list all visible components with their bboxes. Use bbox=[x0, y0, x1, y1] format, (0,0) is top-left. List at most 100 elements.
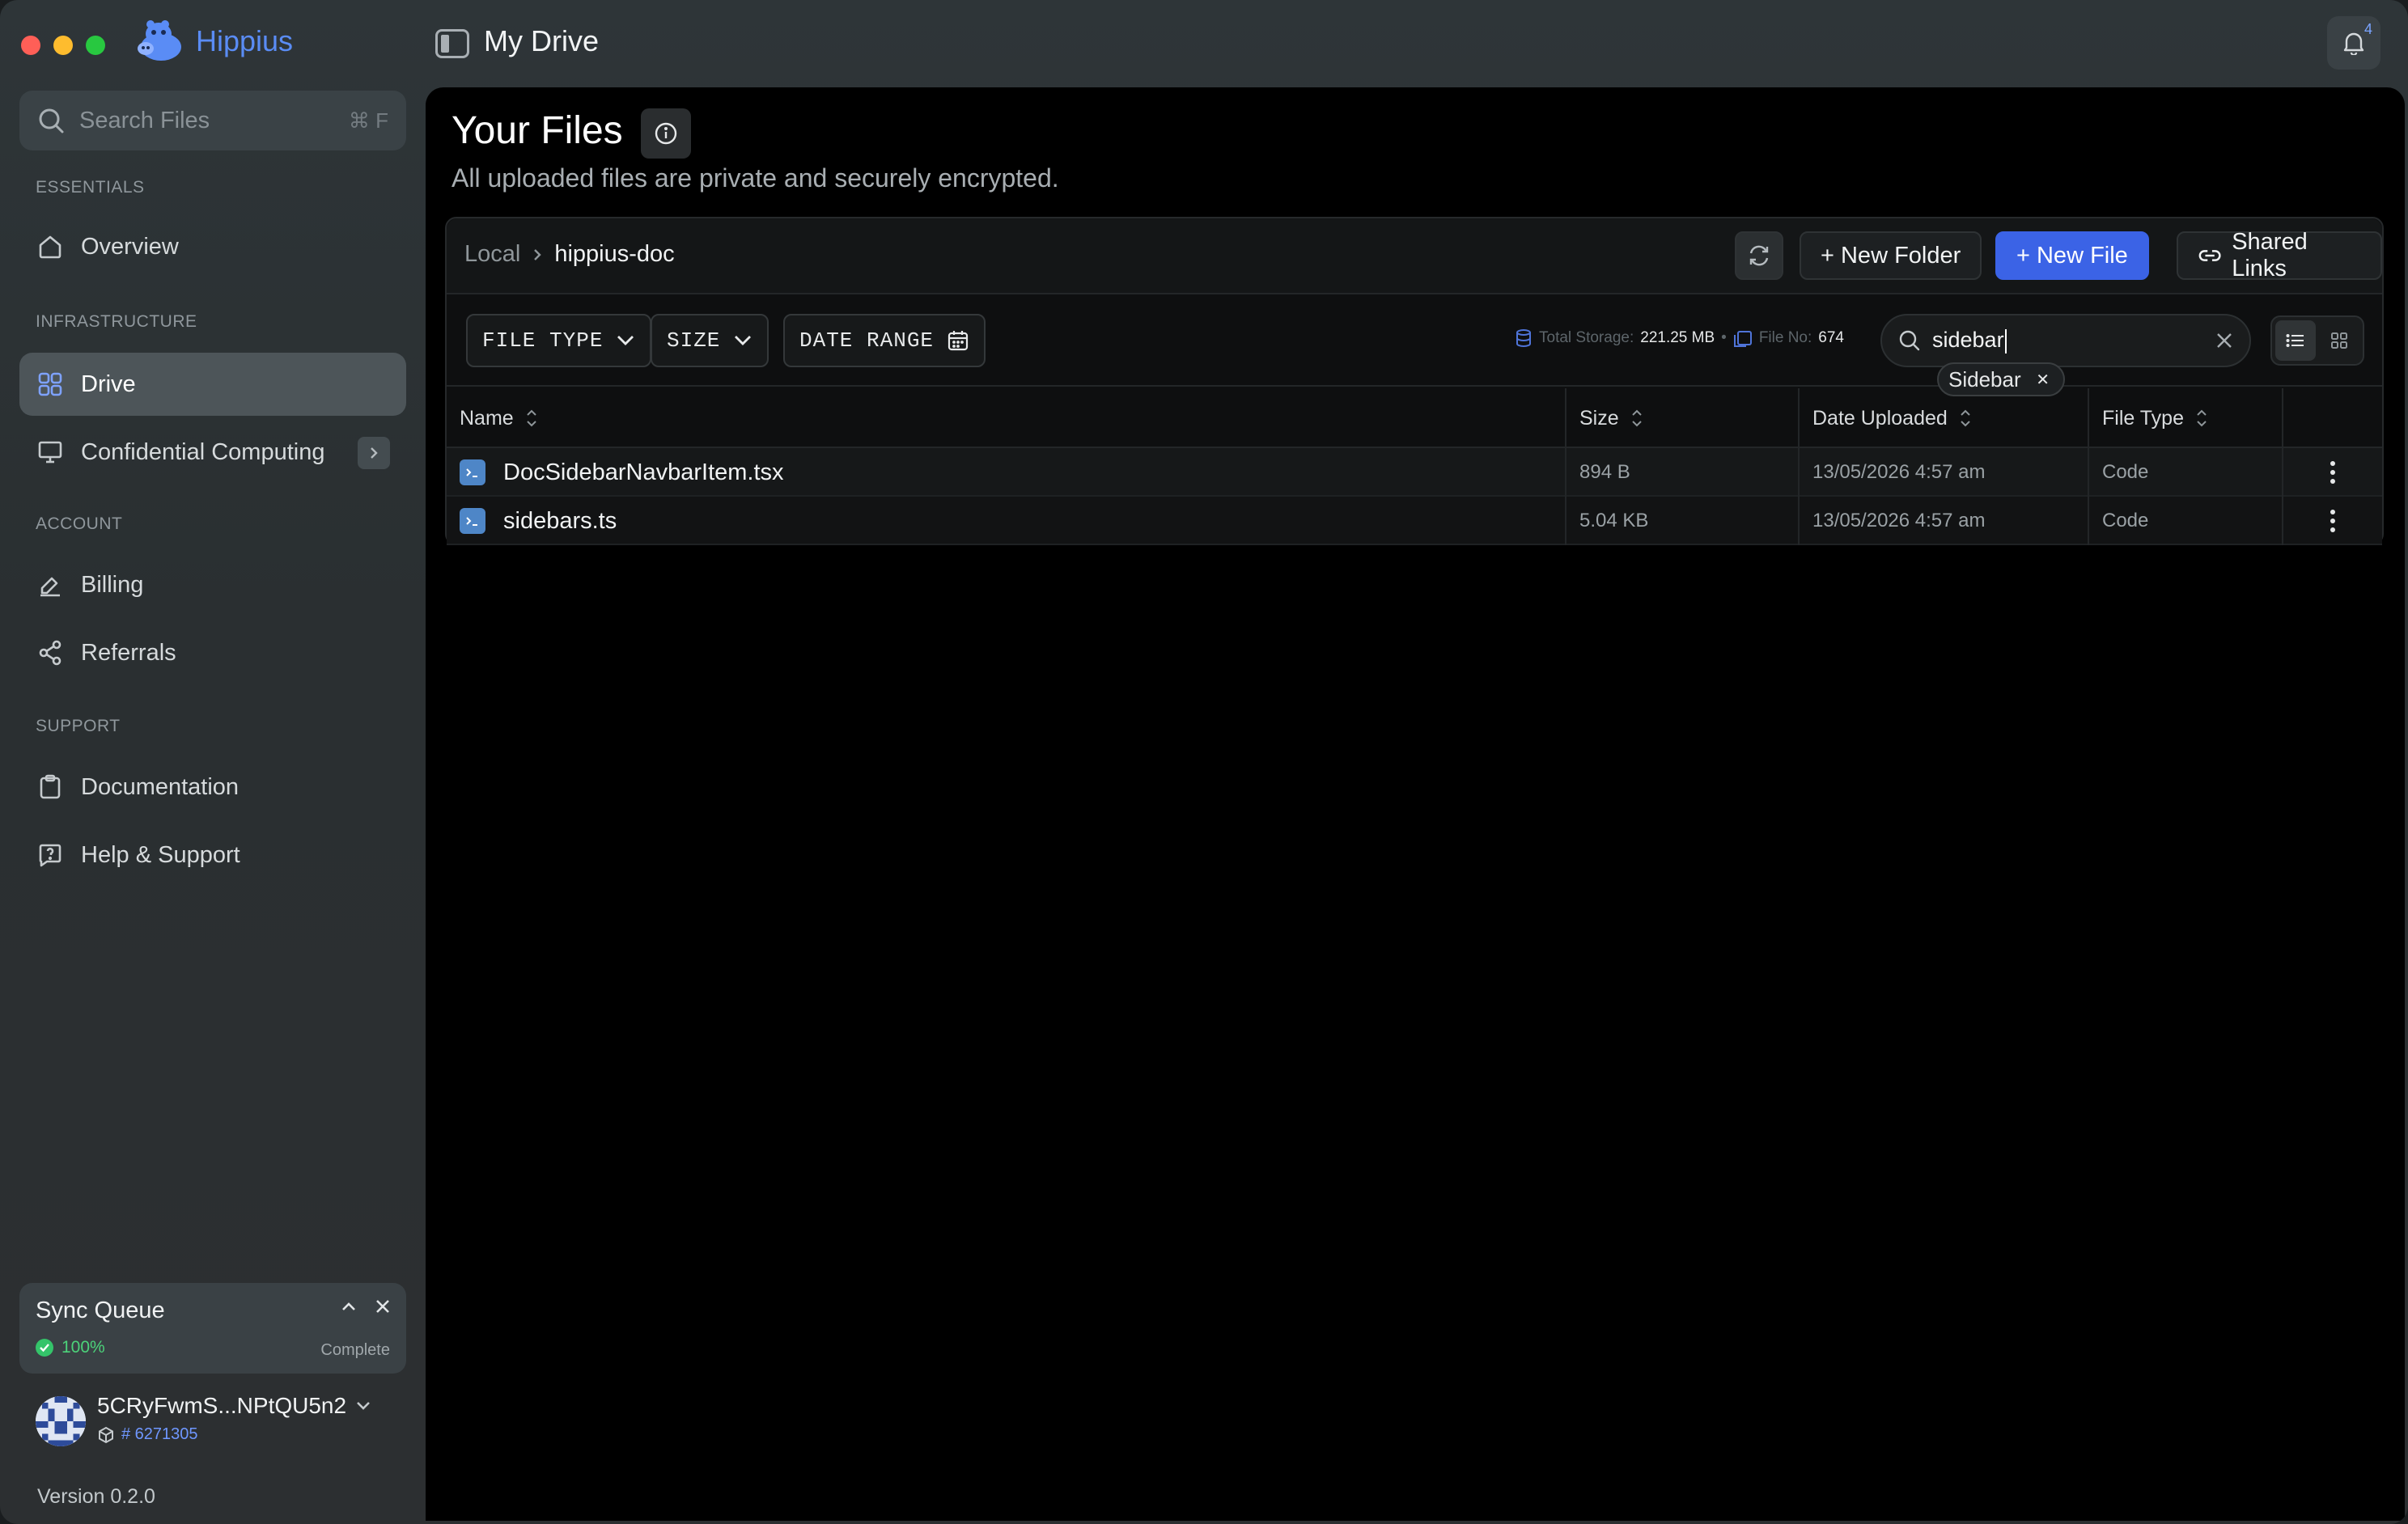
chevron-down-icon[interactable] bbox=[354, 1396, 372, 1414]
page-subtitle: All uploaded files are private and secur… bbox=[451, 163, 1059, 193]
account-id-value: # 6271305 bbox=[121, 1425, 198, 1443]
column-label: Size bbox=[1579, 406, 1619, 430]
monitor-icon bbox=[36, 438, 65, 467]
stats-separator: • bbox=[1721, 329, 1727, 346]
sync-progress: 100% bbox=[36, 1338, 105, 1357]
sidebar-item-label: Drive bbox=[81, 370, 136, 397]
search-files-input[interactable]: Search Files ⌘ F bbox=[19, 91, 406, 150]
sidebar-item-label: Overview bbox=[81, 233, 179, 260]
info-icon bbox=[655, 122, 677, 145]
sidebar-item-overview[interactable]: Overview bbox=[19, 215, 406, 278]
date-range-filter[interactable]: DATE RANGE bbox=[783, 314, 986, 367]
clipboard-icon bbox=[36, 773, 65, 802]
sidebar-item-label: Help & Support bbox=[81, 841, 240, 868]
close-icon[interactable] bbox=[374, 1298, 392, 1315]
sync-queue-title: Sync Queue bbox=[36, 1298, 165, 1323]
file-date: 13/05/2026 4:57 am bbox=[1800, 448, 2089, 497]
view-toggle bbox=[2270, 315, 2364, 366]
calendar-icon bbox=[948, 331, 969, 351]
table-header: Name Size Date Uploaded File Type bbox=[447, 388, 2382, 448]
file-search-query: sidebar bbox=[1932, 328, 2004, 353]
sidebar-item-label: Referrals bbox=[81, 639, 176, 666]
row-actions-button[interactable] bbox=[2283, 497, 2382, 545]
remove-suggestion-icon[interactable]: ✕ bbox=[2031, 367, 2055, 392]
file-size: 5.04 KB bbox=[1566, 497, 1800, 545]
search-suggestion-label: Sidebar bbox=[1948, 366, 2021, 392]
column-label: Name bbox=[460, 406, 514, 430]
account-id: # 6271305 bbox=[97, 1425, 198, 1444]
info-button[interactable] bbox=[641, 108, 691, 159]
more-vertical-icon bbox=[2330, 461, 2335, 484]
size-filter[interactable]: SIZE bbox=[651, 314, 769, 367]
chevron-right-icon[interactable] bbox=[358, 437, 390, 469]
notifications-button[interactable]: 4 bbox=[2327, 16, 2380, 70]
file-name-cell: DocSidebarNavbarItem.tsx bbox=[447, 448, 1566, 497]
sort-icon bbox=[2197, 409, 2207, 427]
size-filter-label: SIZE bbox=[667, 328, 721, 353]
section-account: ACCOUNT bbox=[36, 514, 123, 533]
sort-icon bbox=[526, 409, 536, 427]
file-size: 894 B bbox=[1566, 448, 1800, 497]
column-header-type[interactable]: File Type bbox=[2089, 388, 2283, 448]
sidebar-item-referrals[interactable]: Referrals bbox=[19, 621, 406, 684]
file-date: 13/05/2026 4:57 am bbox=[1800, 497, 2089, 545]
column-header-size[interactable]: Size bbox=[1566, 388, 1800, 448]
billing-icon bbox=[36, 570, 65, 599]
table-row[interactable]: DocSidebarNavbarItem.tsx 894 B 13/05/202… bbox=[447, 448, 2382, 497]
section-support: SUPPORT bbox=[36, 717, 121, 735]
code-file-icon bbox=[460, 459, 485, 485]
file-search-input[interactable]: sidebar bbox=[1880, 314, 2251, 367]
shared-links-button[interactable]: Shared Links bbox=[2177, 229, 2382, 282]
search-suggestion-chip[interactable]: Sidebar ✕ bbox=[1937, 362, 2065, 396]
column-header-actions bbox=[2283, 388, 2382, 448]
share-icon bbox=[36, 638, 65, 667]
search-shortcut: ⌘ F bbox=[348, 108, 388, 133]
sidebar-item-billing[interactable]: Billing bbox=[19, 553, 406, 616]
bell-icon bbox=[2343, 32, 2364, 55]
toggle-sidebar-button[interactable] bbox=[435, 29, 469, 58]
file-type: Code bbox=[2089, 497, 2283, 545]
files-table: Name Size Date Uploaded File Type DocSid… bbox=[447, 388, 2382, 545]
sync-percent: 100% bbox=[61, 1338, 105, 1357]
search-icon bbox=[39, 108, 64, 133]
refresh-button[interactable] bbox=[1735, 231, 1783, 280]
home-icon bbox=[36, 232, 65, 261]
column-header-date[interactable]: Date Uploaded bbox=[1800, 388, 2089, 448]
sidebar-item-documentation[interactable]: Documentation bbox=[19, 756, 406, 819]
chevron-up-icon[interactable] bbox=[340, 1298, 358, 1315]
list-icon bbox=[2286, 334, 2304, 347]
grid-view-button[interactable] bbox=[2319, 320, 2359, 361]
check-circle-icon bbox=[36, 1339, 53, 1357]
zoom-window-button[interactable] bbox=[86, 36, 105, 55]
file-type: Code bbox=[2089, 448, 2283, 497]
clear-search-icon[interactable] bbox=[2215, 332, 2233, 349]
table-row[interactable]: sidebars.ts 5.04 KB 13/05/2026 4:57 am C… bbox=[447, 497, 2382, 545]
file-name: sidebars.ts bbox=[503, 507, 617, 534]
account-switcher[interactable]: 5CRyFwmS...NPtQU5n2 # 6271305 bbox=[36, 1391, 408, 1456]
new-file-button[interactable]: + New File bbox=[1995, 231, 2149, 280]
column-header-name[interactable]: Name bbox=[447, 388, 1566, 448]
sidebar-item-label: Confidential Computing bbox=[81, 438, 325, 465]
sidebar-item-drive[interactable]: Drive bbox=[19, 353, 406, 416]
grid-icon bbox=[2331, 332, 2347, 349]
list-view-button[interactable] bbox=[2275, 320, 2316, 361]
section-essentials: ESSENTIALS bbox=[36, 178, 145, 197]
main-panel: Your Files All uploaded files are privat… bbox=[426, 87, 2405, 1521]
code-file-icon bbox=[460, 508, 485, 534]
breadcrumb-current: hippius-doc bbox=[554, 241, 675, 267]
file-type-filter[interactable]: FILE TYPE bbox=[466, 314, 652, 367]
grid-icon bbox=[36, 370, 65, 399]
row-actions-button[interactable] bbox=[2283, 448, 2382, 497]
breadcrumb-root[interactable]: Local bbox=[464, 241, 520, 268]
sidebar-item-confidential-computing[interactable]: Confidential Computing bbox=[19, 421, 406, 484]
shared-links-label: Shared Links bbox=[2232, 229, 2308, 282]
sidebar-item-label: Documentation bbox=[81, 773, 240, 800]
close-window-button[interactable] bbox=[21, 36, 40, 55]
page-title: Your Files bbox=[451, 109, 623, 152]
minimize-window-button[interactable] bbox=[53, 36, 73, 55]
new-folder-button[interactable]: + New Folder bbox=[1800, 231, 1982, 280]
file-type-filter-label: FILE TYPE bbox=[482, 328, 604, 353]
brand-name: Hippius bbox=[196, 24, 294, 57]
sidebar-item-help-support[interactable]: Help & Support bbox=[19, 823, 406, 887]
files-icon bbox=[1733, 331, 1752, 347]
